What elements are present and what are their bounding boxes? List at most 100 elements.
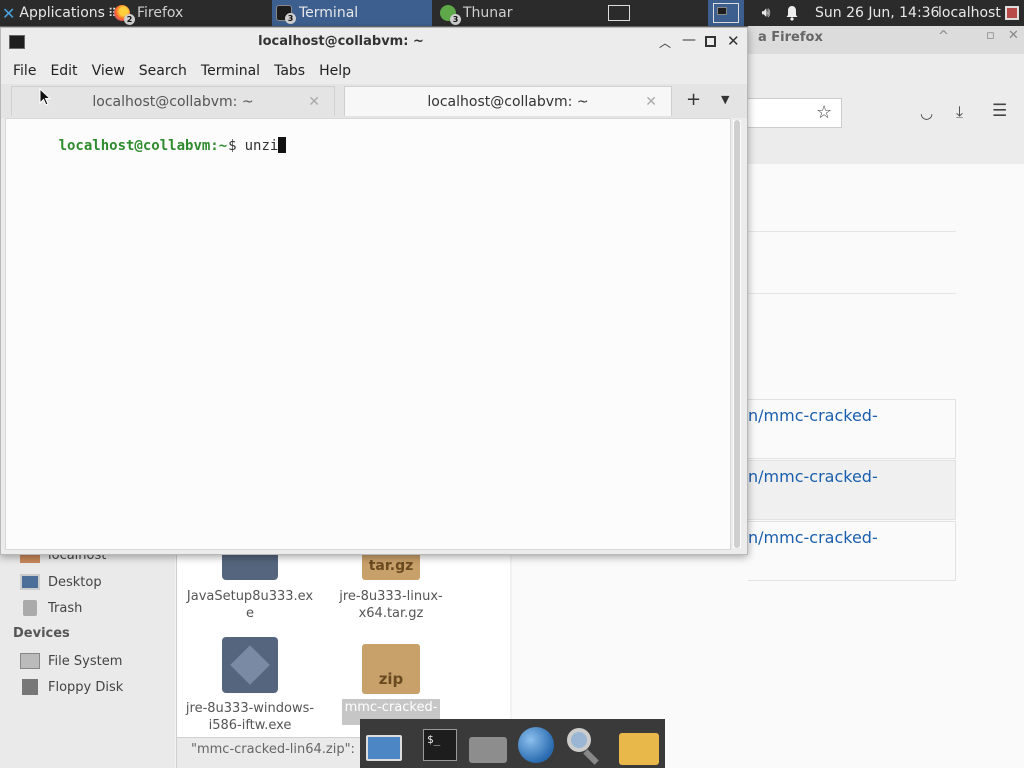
pocket-icon[interactable]: ◡ [920, 104, 933, 122]
hamburger-menu-icon[interactable]: ☰ [992, 101, 1007, 121]
zip-icon[interactable]: zip [362, 644, 420, 694]
file-name-line: x64.tar.gz [358, 606, 424, 621]
window-title: localhost@collabvm: ~ [258, 34, 424, 49]
file-name-line: jre-8u333-windows- [185, 701, 315, 716]
command-text: unzi [244, 138, 279, 154]
tab-label: localhost@collabvm: ~ [427, 93, 589, 110]
workspace-1[interactable] [606, 0, 632, 26]
sidebar-item-trash[interactable]: Trash [20, 597, 82, 619]
content-divider [748, 293, 956, 294]
bookmark-star-icon[interactable]: ☆ [816, 102, 832, 123]
close-icon[interactable]: ✕ [1008, 28, 1019, 43]
floppy-icon [22, 679, 38, 695]
xfce-logo-icon: ✕ [2, 3, 16, 23]
tab-list-chevron-down-icon[interactable]: ▼ [721, 93, 729, 106]
file-manager-launcher-icon[interactable] [618, 725, 659, 765]
prompt-user: localhost@collabvm [58, 138, 211, 154]
home-folder-launcher-icon[interactable] [468, 725, 508, 765]
task-label: Terminal [299, 5, 359, 21]
terminal-prompt-line: localhost@collabvm:~$ unzi [8, 119, 287, 173]
sidebar-item-label: Trash [48, 600, 83, 616]
task-badge: 2 [124, 14, 135, 25]
prompt-symbol: $ [228, 138, 237, 154]
minimize-icon[interactable]: — [682, 32, 696, 48]
file-item[interactable]: jre-8u333-linux- x64.tar.gz [321, 588, 461, 622]
sidebar-item-desktop[interactable]: Desktop [20, 571, 102, 593]
terminal-icon: 3 [276, 5, 296, 24]
terminal-tabbar: localhost@collabvm: ~ ✕ localhost@collab… [1, 84, 747, 118]
menu-file[interactable]: File [13, 63, 36, 79]
volume-icon[interactable]: 🔊︎ [756, 0, 776, 26]
applications-menu-button[interactable]: ✕ Applications ⠿ [0, 0, 117, 26]
task-thunar[interactable]: 3 Thunar [436, 0, 596, 26]
menu-edit[interactable]: Edit [50, 63, 77, 79]
menu-tabs[interactable]: Tabs [274, 63, 305, 79]
close-icon[interactable]: ✕ [727, 32, 740, 50]
sidebar-item-label: Desktop [48, 574, 102, 590]
terminal-output[interactable]: localhost@collabvm:~$ unzi [5, 118, 731, 550]
sidebar-item-label: File System [48, 653, 123, 669]
minimize-icon[interactable]: ^ [938, 29, 949, 44]
logout-icon[interactable] [1003, 0, 1021, 26]
file-item[interactable]: JavaSetup8u333.ex e [180, 588, 320, 622]
sidebar-item-floppy[interactable]: Floppy Disk [20, 676, 123, 698]
downloads-icon[interactable]: ⤓ [956, 102, 963, 122]
link-text[interactable]: n/mmc-cracked- [748, 528, 878, 547]
link-text[interactable]: n/mmc-cracked- [748, 406, 878, 425]
clock[interactable]: Sun 26 Jun, 14:36 [815, 0, 939, 26]
archive-type-label: tar.gz [368, 558, 414, 574]
file-name-line: i586-iftw.exe [208, 718, 292, 733]
workspace-2[interactable] [708, 0, 744, 26]
menu-search[interactable]: Search [139, 63, 187, 79]
content-divider [748, 231, 956, 232]
close-icon[interactable]: ✕ [645, 94, 657, 110]
task-label: Firefox [137, 5, 184, 21]
show-desktop-icon[interactable] [364, 725, 404, 765]
applications-label: Applications [19, 5, 105, 21]
terminal-launcher-icon[interactable]: $_ [420, 725, 460, 765]
search-launcher-icon[interactable] [564, 725, 604, 765]
terminal-menubar: File Edit View Search Terminal Tabs Help [1, 58, 747, 84]
tab-2[interactable]: localhost@collabvm: ~ ✕ [344, 86, 672, 116]
menu-help[interactable]: Help [319, 63, 351, 79]
sidebar-item-filesystem[interactable]: File System [20, 650, 122, 672]
scrollbar-thumb[interactable] [734, 120, 740, 548]
devices-heading: Devices [13, 626, 70, 641]
notification-bell-icon[interactable] [782, 0, 802, 26]
file-name-line: jre-8u333-linux- [339, 589, 443, 604]
link-text[interactable]: n/mmc-cracked- [748, 467, 878, 486]
file-item[interactable]: jre-8u333-windows- i586-iftw.exe [180, 700, 320, 734]
download-link[interactable]: n/mmc-cracked- [748, 521, 956, 581]
workspace-preview-icon [608, 5, 630, 21]
download-link[interactable]: n/mmc-cracked- [748, 460, 956, 520]
task-firefox[interactable]: 2 Firefox [110, 0, 270, 26]
new-tab-plus-icon[interactable]: + [686, 89, 701, 110]
exe-icon[interactable] [222, 637, 278, 693]
firefox-titlebar: a Firefox ^ ▫ ✕ [748, 26, 1024, 54]
scrollbar[interactable] [733, 120, 741, 548]
web-browser-launcher-icon[interactable] [516, 725, 556, 765]
minimize-up-icon[interactable]: ︿ [659, 34, 671, 51]
user-menu[interactable]: localhost [938, 0, 1001, 26]
close-icon[interactable]: ✕ [308, 94, 320, 110]
menu-terminal[interactable]: Terminal [201, 63, 260, 79]
task-terminal[interactable]: 3 Terminal [272, 0, 432, 26]
terminal-window: localhost@collabvm: ~ ︿ — ✕ File Edit Vi… [0, 27, 748, 555]
workspace-preview-icon [713, 3, 739, 23]
firefox-icon: 2 [114, 5, 135, 25]
menu-view[interactable]: View [92, 63, 125, 79]
trash-icon [23, 600, 37, 616]
firefox-title: a Firefox [758, 30, 823, 45]
text-cursor [278, 137, 287, 153]
tab-label: localhost@collabvm: ~ [92, 93, 254, 110]
maximize-icon[interactable] [705, 36, 716, 47]
sidebar-item-label: Floppy Disk [48, 679, 124, 695]
archive-type-label: zip [378, 670, 404, 688]
thunar-icon: 3 [440, 5, 461, 25]
terminal-titlebar[interactable]: localhost@collabvm: ~ ︿ — ✕ [1, 28, 747, 58]
thunar-sidebar: localhost Desktop Trash Devices File Sys… [0, 547, 175, 768]
maximize-icon[interactable]: ▫ [986, 28, 995, 43]
tab-1[interactable]: localhost@collabvm: ~ ✕ [11, 86, 335, 116]
file-name-line: mmc-cracked- [344, 700, 438, 715]
download-link[interactable]: n/mmc-cracked- [748, 399, 956, 459]
